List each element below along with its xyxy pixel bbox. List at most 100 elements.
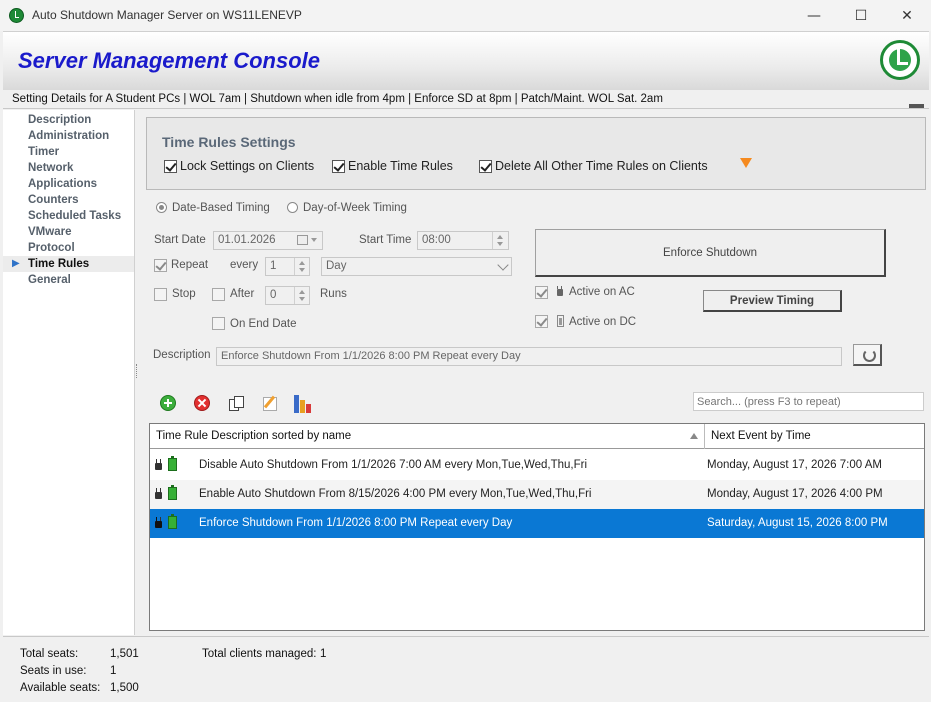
selected-arrow-icon: ▶ [12,258,20,269]
active-ac-checkbox[interactable] [535,286,548,299]
plug-icon [155,517,163,530]
sidebar-item-protocol[interactable]: Protocol [3,240,134,256]
window-title: Auto Shutdown Manager Server on WS11LENE… [32,8,302,22]
on-end-date-label: On End Date [230,318,297,330]
battery-icon [557,315,564,327]
time-rules-settings-panel: Time Rules Settings Lock Settings on Cli… [146,117,926,190]
every-spinner[interactable] [294,258,309,275]
sidebar-item-time-rules[interactable]: Time Rules [3,256,134,272]
sidebar-item-vmware[interactable]: VMware [3,224,134,240]
edit-rule-icon[interactable] [262,395,278,411]
console-header: Server Management Console [3,31,929,90]
minimize-button[interactable]: — [791,0,837,31]
sidebar-item-applications[interactable]: Applications [3,176,134,192]
delete-rule-icon[interactable] [194,395,210,411]
delete-other-rules-checkbox[interactable] [479,160,492,173]
after-runs-spinner[interactable] [294,287,309,304]
date-based-radio[interactable] [156,202,167,213]
period-select[interactable]: Day [321,257,512,276]
settings-details-text: Setting Details for A Student PCs | WOL … [12,93,663,105]
sidebar-item-timer[interactable]: Timer [3,144,134,160]
collapse-icon[interactable] [909,104,924,108]
rule-description: Enforce Shutdown From 1/1/2026 8:00 PM R… [199,517,513,529]
total-seats-value: 1,501 [110,648,139,660]
description-field[interactable]: Enforce Shutdown From 1/1/2026 8:00 PM R… [216,347,842,366]
chart-icon[interactable] [293,392,315,413]
repeat-checkbox[interactable] [154,259,167,272]
expand-triangle-icon[interactable] [740,158,752,168]
title-bar: Auto Shutdown Manager Server on WS11LENE… [0,0,931,31]
sidebar-item-network[interactable]: Network [3,160,134,176]
sidebar-item-administration[interactable]: Administration [3,128,134,144]
preview-timing-button[interactable]: Preview Timing [703,290,842,312]
rule-description: Disable Auto Shutdown From 1/1/2026 7:00… [199,459,588,471]
copy-rule-icon[interactable] [228,395,244,411]
on-end-date-checkbox[interactable] [212,317,225,330]
day-of-week-radio[interactable] [287,202,298,213]
delete-other-rules-label: Delete All Other Time Rules on Clients [495,159,708,173]
rule-description: Enable Auto Shutdown From 8/15/2026 4:00… [199,488,592,500]
table-row[interactable]: Enforce Shutdown From 1/1/2026 8:00 PM R… [150,509,924,538]
splitter-handle[interactable] [136,364,139,378]
start-time-spinner[interactable] [492,232,507,249]
available-seats-value: 1,500 [110,682,139,694]
date-based-label: Date-Based Timing [172,202,270,214]
date-dropdown-icon[interactable] [311,238,317,242]
add-rule-icon[interactable] [160,395,176,411]
active-dc-label: Active on DC [569,316,637,328]
description-label: Description [153,349,211,361]
column-header-description[interactable]: Time Rule Description sorted by name [150,424,705,449]
stop-checkbox[interactable] [154,288,167,301]
battery-icon [168,485,177,500]
battery-icon [168,514,177,529]
sidebar-item-scheduled-tasks[interactable]: Scheduled Tasks [3,208,134,224]
stop-label: Stop [172,288,196,300]
sidebar-item-general[interactable]: General [3,272,134,288]
start-date-label: Start Date [154,234,206,246]
active-ac-label: Active on AC [569,286,635,298]
seats-in-use-value: 1 [110,665,117,677]
enforce-shutdown-button[interactable]: Enforce Shutdown [535,229,886,277]
time-rules-table: Time Rule Description sorted by name Nex… [149,423,925,631]
total-seats-label: Total seats: [20,648,79,660]
table-row[interactable]: Disable Auto Shutdown From 1/1/2026 7:00… [150,451,924,480]
active-dc-checkbox[interactable] [535,315,548,328]
after-checkbox[interactable] [212,288,225,301]
day-of-week-label: Day-of-Week Timing [303,202,407,214]
plug-icon [155,459,163,472]
clients-managed-label: Total clients managed: [202,648,317,660]
enable-time-rules-checkbox[interactable] [332,160,345,173]
clients-managed-value: 1 [320,648,327,660]
console-title: Server Management Console [18,48,320,73]
next-event: Monday, August 17, 2026 7:00 AM [707,459,882,471]
sidebar-item-description[interactable]: Description [3,112,134,128]
every-label: every [230,259,259,271]
seats-in-use-label: Seats in use: [20,665,87,677]
refresh-icon[interactable] [853,344,882,366]
enable-time-rules-label: Enable Time Rules [348,159,453,173]
lock-settings-checkbox[interactable] [164,160,177,173]
column-header-next-event[interactable]: Next Event by Time [705,424,924,449]
sidebar-item-counters[interactable]: Counters [3,192,134,208]
status-bar: Total seats: 1,501 Seats in use: 1 Avail… [3,636,929,702]
table-header: Time Rule Description sorted by name Nex… [150,424,924,449]
search-input[interactable] [693,392,924,411]
close-button[interactable]: ✕ [884,0,930,31]
plug-icon [556,286,564,298]
sidebar-nav: Description Administration Timer Network… [3,110,135,635]
calendar-icon[interactable] [297,235,308,245]
battery-icon [168,456,177,471]
next-event: Monday, August 17, 2026 4:00 PM [707,488,883,500]
power-logo-icon [880,40,920,80]
table-row[interactable]: Enable Auto Shutdown From 8/15/2026 4:00… [150,480,924,509]
maximize-button[interactable]: ☐ [838,0,884,31]
repeat-label: Repeat [171,259,209,271]
plug-icon [155,488,163,501]
settings-title: Time Rules Settings [162,134,296,150]
next-event: Saturday, August 15, 2026 8:00 PM [707,517,888,529]
sort-ascending-icon [690,433,698,439]
start-time-label: Start Time [359,234,412,246]
available-seats-label: Available seats: [20,682,101,694]
after-label: After [230,288,255,300]
lock-settings-label: Lock Settings on Clients [180,159,315,173]
